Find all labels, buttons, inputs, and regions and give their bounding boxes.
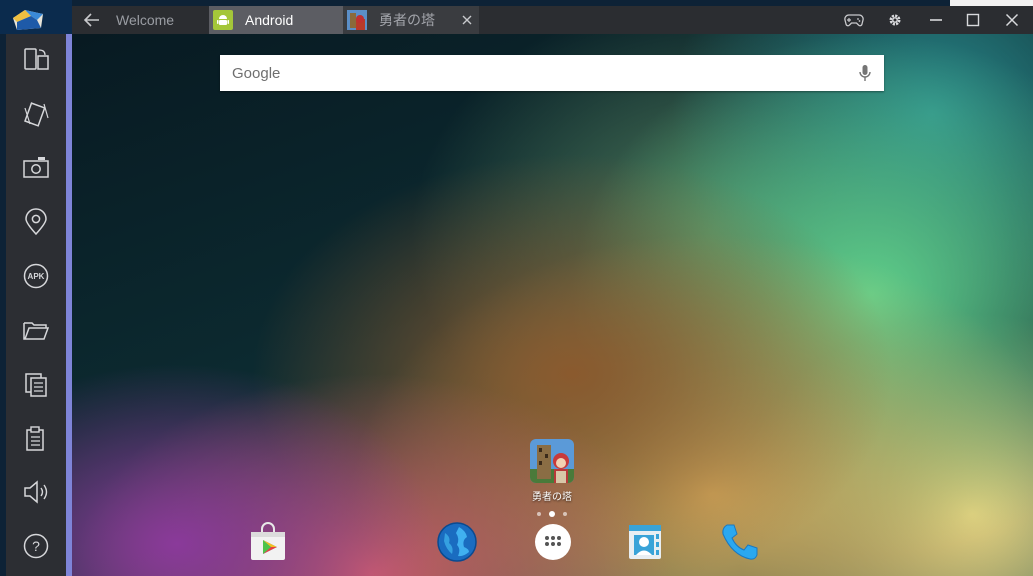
sidebar: APK ? <box>6 34 66 576</box>
tab-game[interactable]: 勇者の塔 <box>343 6 479 34</box>
apk-icon[interactable]: APK <box>20 260 52 292</box>
gear-icon[interactable] <box>880 8 910 32</box>
android-icon <box>213 10 233 30</box>
browser-globe-icon[interactable] <box>436 521 478 563</box>
home-app-label: 勇者の塔 <box>532 492 572 503</box>
home-app-shortcut[interactable]: 勇者の塔 <box>527 439 577 503</box>
phone-icon[interactable] <box>719 521 761 563</box>
help-label: ? <box>32 538 40 554</box>
android-home-screen[interactable]: Google 勇者の塔 <box>72 34 1033 576</box>
search-placeholder: Google <box>232 65 281 82</box>
tab-bar: Welcome Android 勇者の塔 <box>72 6 1033 34</box>
copy-icon[interactable] <box>20 368 52 400</box>
tab-welcome[interactable]: Welcome <box>112 6 208 34</box>
play-store-icon[interactable] <box>247 521 289 563</box>
app-drawer-icon[interactable] <box>532 521 574 563</box>
microphone-icon[interactable] <box>858 64 872 82</box>
shake-icon[interactable] <box>20 98 52 130</box>
page-dot[interactable] <box>537 512 541 516</box>
folder-icon[interactable] <box>20 314 52 346</box>
bluestacks-logo <box>6 4 50 34</box>
arrow-left-icon[interactable] <box>80 10 104 30</box>
paste-icon[interactable] <box>20 422 52 454</box>
page-indicator <box>537 510 567 518</box>
page-dot[interactable] <box>563 512 567 516</box>
apk-label: APK <box>28 272 45 281</box>
google-search-bar[interactable]: Google <box>220 55 884 91</box>
tab-label: Welcome <box>116 12 175 28</box>
gamepad-icon[interactable] <box>839 8 869 32</box>
location-icon[interactable] <box>20 206 52 238</box>
tab-android[interactable]: Android <box>209 6 343 34</box>
camera-icon[interactable] <box>20 152 52 184</box>
minimize-icon[interactable] <box>921 8 951 32</box>
help-icon[interactable]: ? <box>20 530 52 562</box>
tab-label: Android <box>245 12 294 28</box>
volume-icon[interactable] <box>20 476 52 508</box>
close-icon[interactable] <box>997 8 1027 32</box>
game-icon <box>530 439 574 483</box>
rotate-screen-icon[interactable] <box>20 44 52 76</box>
game-thumbnail-icon <box>347 10 367 30</box>
close-tab-icon[interactable] <box>459 12 475 28</box>
page-dot-active[interactable] <box>549 511 555 517</box>
contacts-icon[interactable] <box>625 521 667 563</box>
tab-label: 勇者の塔 <box>379 12 435 28</box>
maximize-icon[interactable] <box>958 8 988 32</box>
